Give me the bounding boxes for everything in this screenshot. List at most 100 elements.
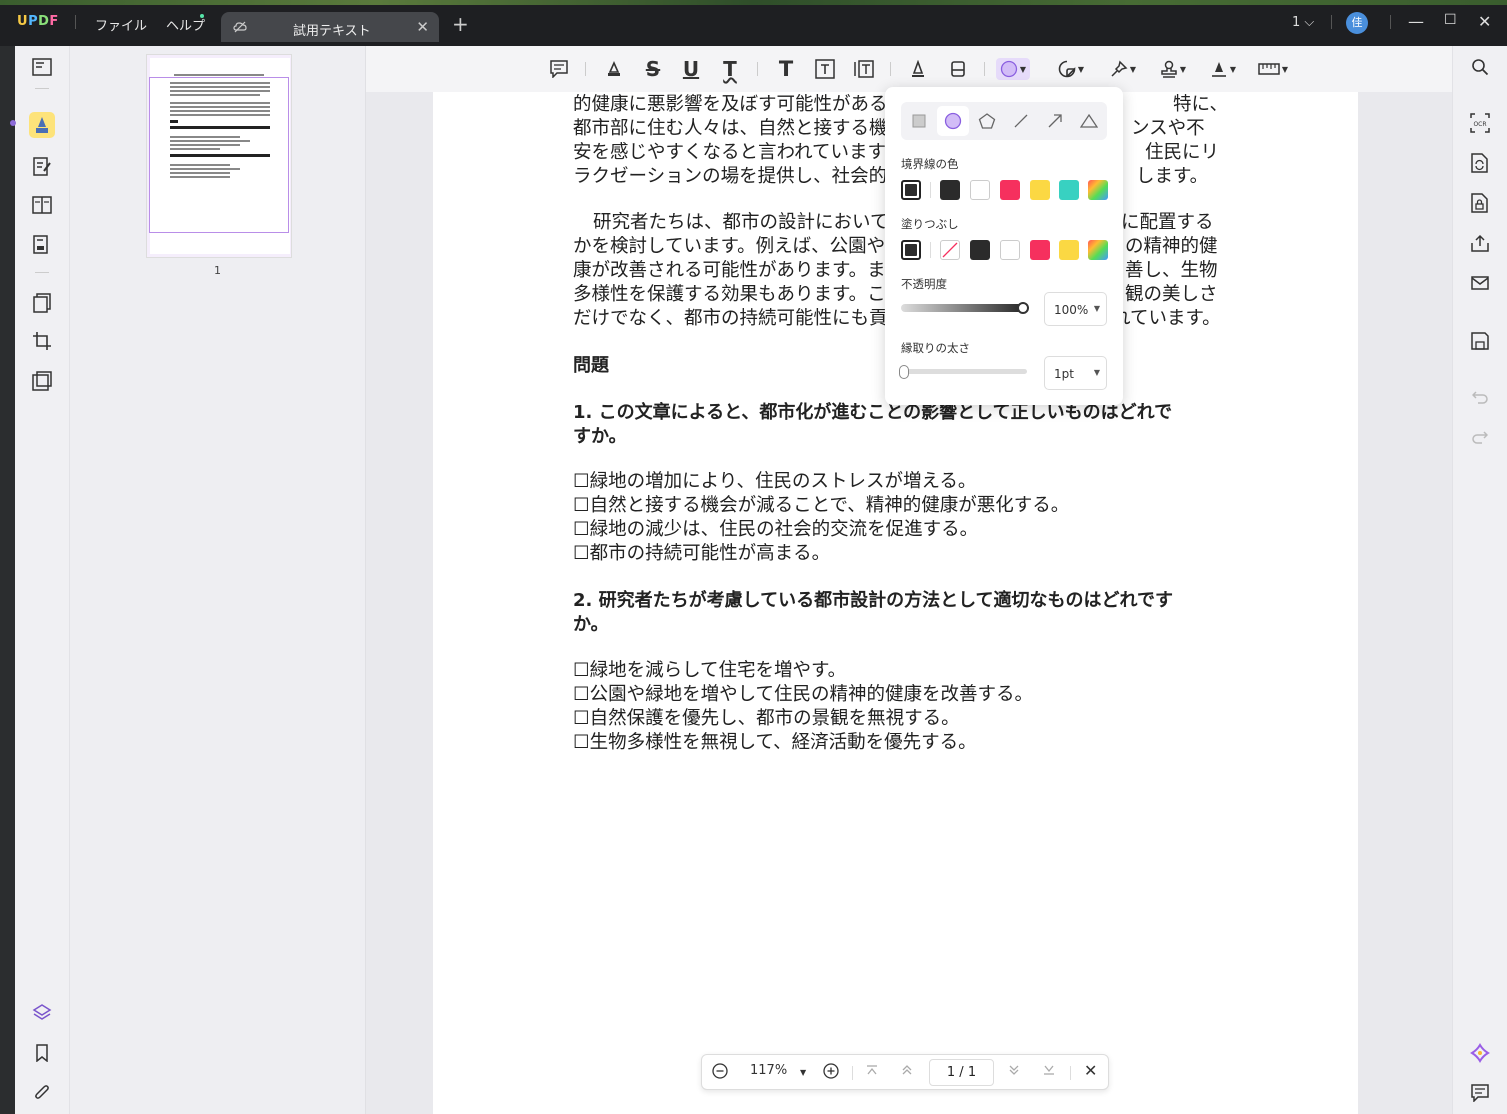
border-color-swatch-selected[interactable] [901,180,921,200]
text-icon[interactable]: T [775,57,797,81]
caret-down-icon: ▼ [1077,64,1085,74]
avatar[interactable]: 佳 [1346,12,1368,34]
border-color-swatch[interactable] [1000,180,1020,200]
document-tab[interactable]: 試用テキスト ✕ [221,12,439,42]
next-page-icon[interactable] [1007,1063,1021,1081]
page-tools-icon[interactable] [31,292,53,314]
protect-icon[interactable] [1469,192,1491,214]
opacity-value: 100% [1054,303,1089,317]
stroke-width-slider[interactable] [901,369,1027,374]
attachment-icon[interactable] [31,1082,53,1104]
paragraph-line: かを検討しています。例えば、公園や [573,236,886,257]
arrow-shape-button[interactable] [1039,106,1071,136]
close-zoom-bar-icon[interactable]: ✕ [1084,1061,1097,1080]
fill-color-swatch[interactable] [1059,240,1079,260]
border-color-swatch[interactable] [940,180,960,200]
border-color-swatch[interactable] [1030,180,1050,200]
minimize-icon[interactable]: — [1408,12,1424,31]
border-color-picker[interactable] [1088,180,1108,200]
sticker-tool-button[interactable]: ▼ [1054,58,1088,80]
search-icon[interactable] [1469,56,1491,78]
strikethrough-icon[interactable]: S [642,57,664,81]
triangle-shape-button[interactable] [1073,106,1105,136]
border-color-swatch[interactable] [970,180,990,200]
signature-tool-button[interactable]: ▼ [1206,58,1240,80]
reader-icon[interactable] [31,56,53,78]
previous-page-icon[interactable] [900,1063,914,1081]
toolbar-separator [757,62,758,76]
edit-pdf-icon[interactable] [31,156,53,178]
fill-none-swatch[interactable] [940,240,960,260]
tab-title: 試用テキスト [293,24,371,39]
comment-list-icon[interactable] [1469,1082,1491,1104]
convert-icon[interactable] [1469,152,1491,174]
share-icon[interactable] [1469,232,1491,254]
zoom-dropdown-icon[interactable]: ▼ [800,1068,806,1077]
layers-icon[interactable] [31,1002,53,1024]
fill-color-swatch[interactable] [1030,240,1050,260]
form-icon[interactable] [31,234,53,256]
zoom-in-icon[interactable] [823,1063,839,1083]
watermark-icon[interactable] [31,370,53,392]
paragraph-line-end: に配置する [1121,212,1214,233]
textbox-icon[interactable] [814,58,836,80]
menu-file[interactable]: ファイル [95,15,147,34]
organize-icon[interactable] [31,194,53,216]
border-color-swatch[interactable] [1059,180,1079,200]
stamp-tool-button[interactable]: ▼ [1156,58,1190,80]
zoom-out-icon[interactable] [712,1063,728,1083]
save-icon[interactable] [1469,330,1491,352]
left-toolbar [10,46,70,1114]
opacity-slider[interactable] [901,304,1027,312]
menu-help[interactable]: ヘルプ [166,15,205,34]
paragraph-line-end: れています。 [1112,308,1221,329]
redo-icon[interactable] [1469,426,1491,448]
squiggly-icon[interactable]: T [719,57,741,81]
mail-icon[interactable] [1469,272,1491,294]
circle-shape-button[interactable] [937,106,969,136]
opacity-slider-handle[interactable] [1017,302,1029,314]
text-callout-icon[interactable] [853,58,875,80]
new-tab-button[interactable]: + [452,12,469,36]
opacity-dropdown[interactable]: 100% ▼ [1044,292,1107,326]
cloud-off-icon [233,21,247,33]
crop-icon[interactable] [31,330,53,352]
stroke-width-slider-handle[interactable] [899,365,909,379]
fill-color-swatch[interactable] [1000,240,1020,260]
highlight-icon[interactable] [603,58,625,80]
page-indicator[interactable]: 1 ⌵ [1292,15,1314,30]
ocr-icon[interactable]: OCR [1469,112,1491,134]
page-thumbnail[interactable] [146,54,292,258]
stroke-width-dropdown[interactable]: 1pt ▼ [1044,356,1107,390]
ai-assistant-icon[interactable] [1469,1042,1491,1064]
fill-color-swatch[interactable] [970,240,990,260]
bookmark-icon[interactable] [31,1042,53,1064]
paragraph-line: 都市部に住む人々は、自然と接する機 [573,118,888,139]
comment-highlighter-icon[interactable] [29,112,55,138]
last-page-icon[interactable] [1042,1063,1056,1081]
pin-tool-button[interactable]: ▼ [1106,58,1140,80]
pencil-icon[interactable] [907,58,929,80]
line-shape-button[interactable] [1005,106,1037,136]
q1-option: ☐緑地の増加により、住民のストレスが増える。 [573,471,977,492]
polygon-shape-button[interactable] [971,106,1003,136]
rectangle-shape-button[interactable] [903,106,935,136]
line-icon [1014,114,1028,128]
close-window-icon[interactable]: ✕ [1478,12,1491,31]
sticky-note-icon[interactable] [548,58,570,80]
paragraph-line-end: の精神的健 [1125,236,1218,257]
tab-close-button[interactable]: ✕ [416,18,429,36]
fill-color-picker[interactable] [1088,240,1108,260]
shape-tool-button[interactable]: ▼ [996,58,1030,80]
underline-icon[interactable]: U [680,57,702,81]
fill-color-swatch-selected[interactable] [901,240,921,260]
maximize-icon[interactable]: ☐ [1444,12,1457,28]
page-number-input[interactable]: 1 / 1 [929,1059,994,1086]
page-indicator-value: 1 [1292,15,1301,30]
zoom-value[interactable]: 117% [750,1063,787,1078]
eraser-icon[interactable] [947,58,969,80]
undo-icon[interactable] [1469,386,1491,408]
q2-option: ☐自然保護を優先し、都市の景観を無視する。 [573,708,960,729]
first-page-icon[interactable] [865,1063,879,1081]
measure-tool-button[interactable]: ▼ [1256,58,1290,80]
